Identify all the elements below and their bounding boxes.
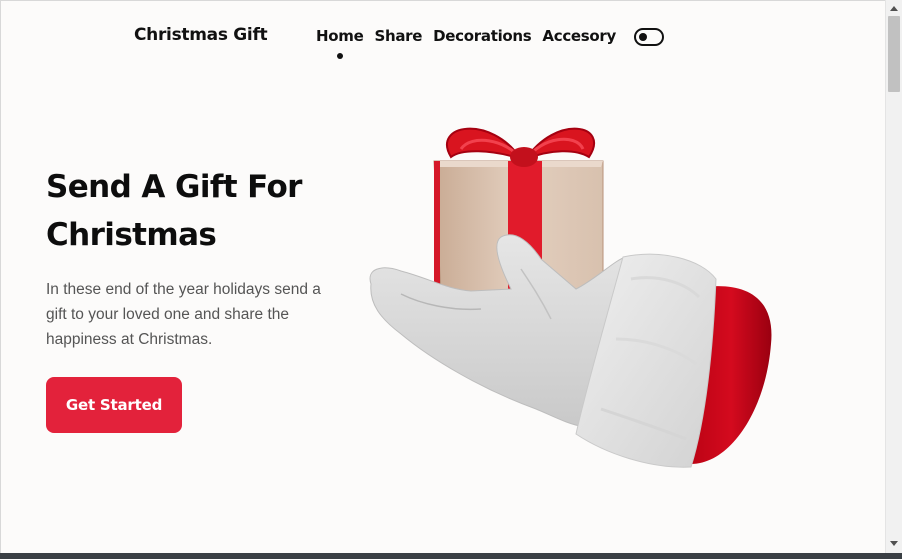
nav-item-label: Decorations (433, 27, 532, 45)
toggle-knob (639, 33, 647, 41)
vertical-scrollbar[interactable] (885, 0, 902, 553)
scroll-down-icon[interactable] (890, 541, 898, 546)
main-nav: Home Share Decorations Accesory (316, 27, 616, 59)
nav-item-label: Share (374, 27, 423, 45)
nav-item-home[interactable]: Home (316, 27, 364, 59)
theme-toggle[interactable] (634, 28, 664, 46)
scroll-thumb[interactable] (888, 16, 900, 92)
nav-item-share[interactable]: Share (374, 27, 422, 45)
nav-item-label: Accesory (542, 27, 616, 45)
page-viewport: Christmas Gift Home Share Decorations Ac… (0, 0, 886, 554)
window-bottom-edge (0, 553, 902, 559)
scroll-up-icon[interactable] (890, 6, 898, 11)
hero-description: In these end of the year holidays send a… (46, 281, 321, 348)
get-started-button[interactable]: Get Started (46, 377, 182, 433)
hero-title: Send A Gift For Christmas (46, 169, 302, 253)
nav-item-label: Home (316, 27, 364, 45)
active-indicator (336, 53, 343, 59)
nav-item-accesory[interactable]: Accesory (542, 27, 616, 45)
santa-glove-holding-gift-image (369, 127, 772, 468)
brand-logo[interactable]: Christmas Gift (134, 25, 268, 45)
nav-item-decorations[interactable]: Decorations (433, 27, 532, 45)
